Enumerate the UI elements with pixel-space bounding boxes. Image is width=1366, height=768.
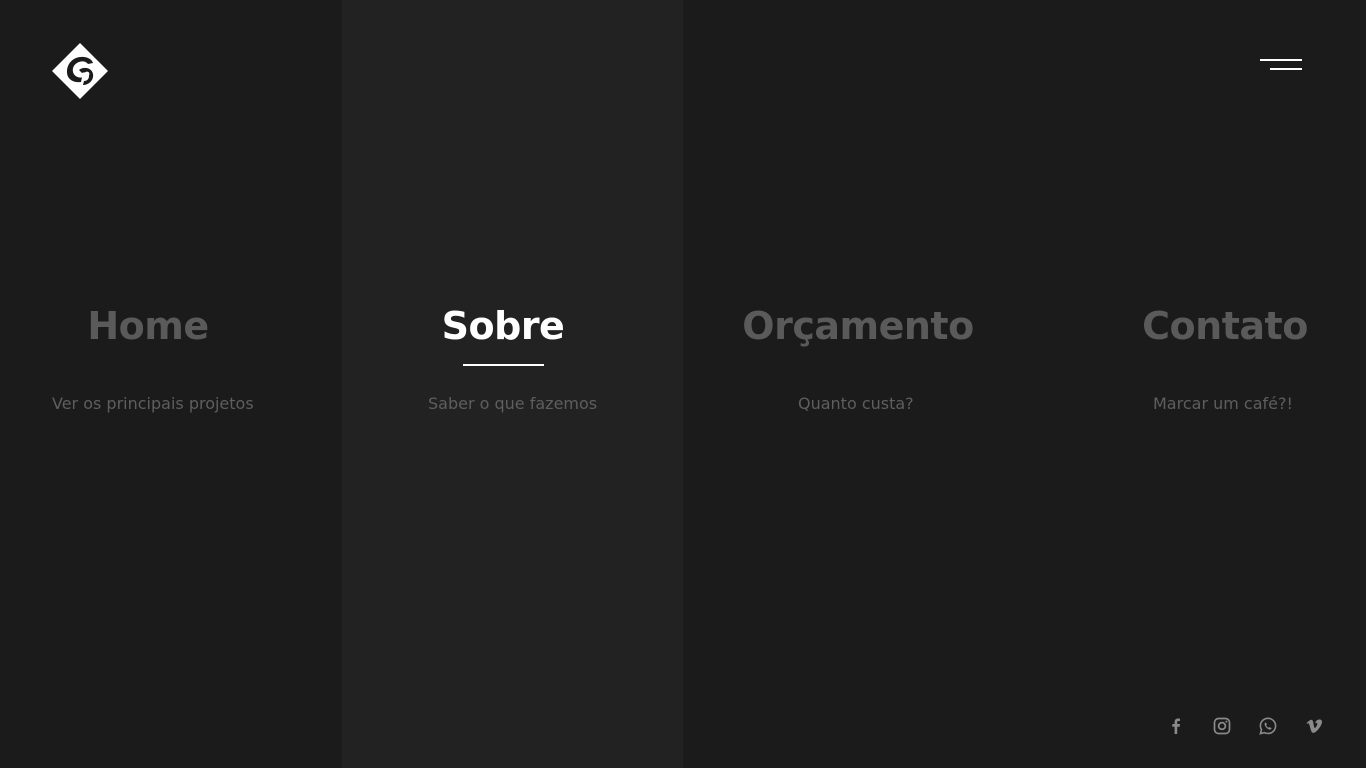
nav-item-orcamento[interactable]: Orçamento Quanto custa?: [683, 0, 1025, 768]
nav-item-orcamento-title[interactable]: Orçamento: [683, 304, 1033, 348]
menu-line-bottom: [1270, 68, 1302, 70]
nav-item-home-title[interactable]: Home: [0, 304, 332, 348]
logo-icon[interactable]: [51, 42, 109, 100]
instagram-icon[interactable]: [1212, 716, 1232, 736]
nav-item-contato[interactable]: Contato Marcar um café?!: [1025, 0, 1366, 768]
nav-item-home-description: Ver os principais projetos: [52, 394, 254, 413]
nav-item-contato-description: Marcar um café?!: [1153, 394, 1293, 413]
nav-columns: Home Ver os principais projetos Sobre Sa…: [0, 0, 1366, 768]
menu-line-top: [1260, 59, 1302, 61]
nav-item-contato-title[interactable]: Contato: [1025, 304, 1366, 348]
whatsapp-icon[interactable]: [1258, 716, 1278, 736]
nav-item-home[interactable]: Home Ver os principais projetos: [0, 0, 342, 768]
nav-item-sobre[interactable]: Sobre Saber o que fazemos: [342, 0, 683, 768]
facebook-icon[interactable]: [1166, 716, 1186, 736]
vimeo-icon[interactable]: [1304, 716, 1324, 736]
active-underline: [463, 364, 544, 366]
social-links: [1166, 716, 1324, 736]
nav-item-orcamento-description: Quanto custa?: [798, 394, 914, 413]
page: Home Ver os principais projetos Sobre Sa…: [0, 0, 1366, 768]
hamburger-menu-icon[interactable]: [1256, 56, 1306, 76]
nav-item-sobre-title[interactable]: Sobre: [342, 304, 664, 348]
nav-item-sobre-description: Saber o que fazemos: [428, 394, 598, 413]
